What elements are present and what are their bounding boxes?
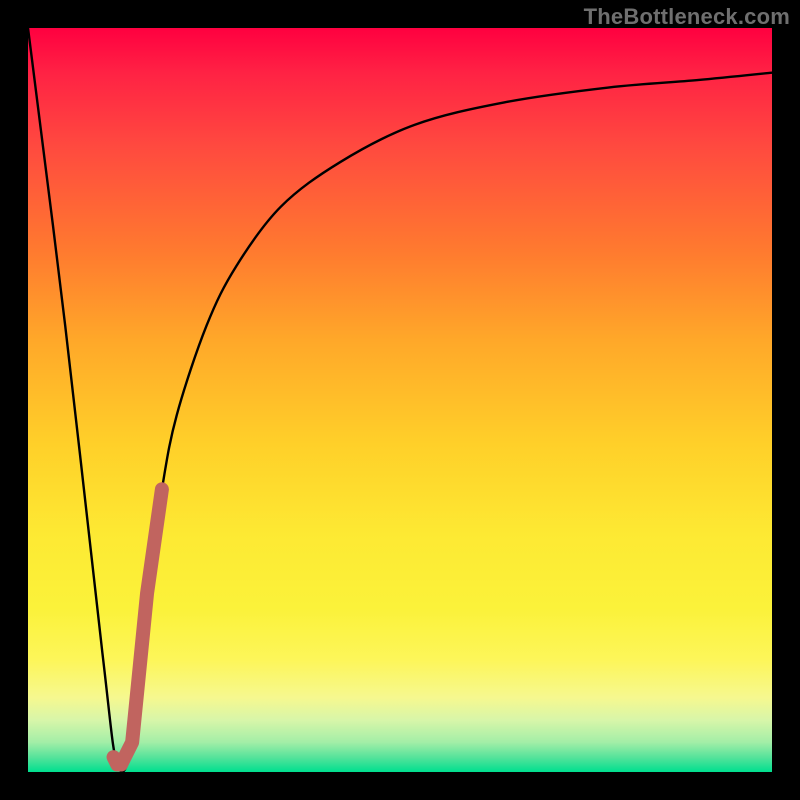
- highlight-segment-path: [114, 489, 162, 764]
- chart-overlay: [28, 28, 772, 772]
- chart-frame: TheBottleneck.com: [0, 0, 800, 800]
- watermark-text: TheBottleneck.com: [584, 4, 790, 30]
